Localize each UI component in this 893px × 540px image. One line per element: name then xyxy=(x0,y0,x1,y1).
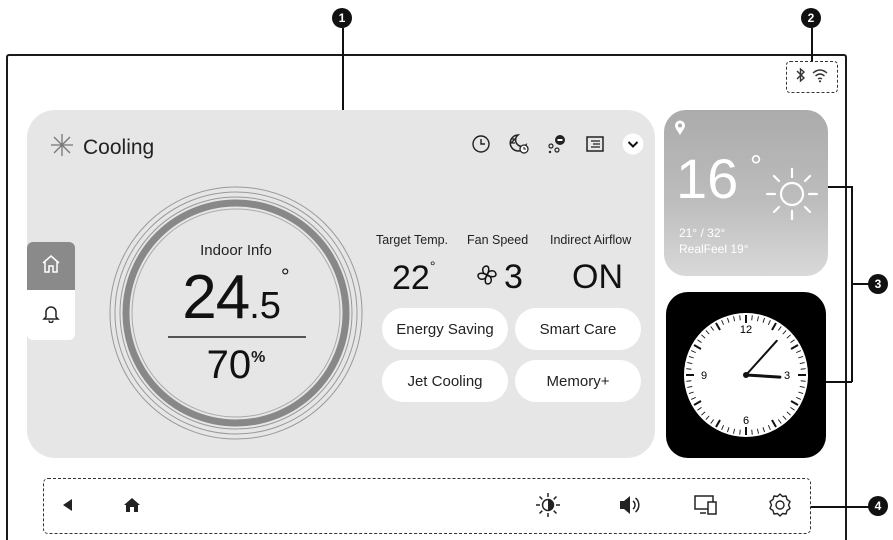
indirect-airflow-label: Indirect Airflow xyxy=(550,233,632,247)
brightness-icon xyxy=(534,491,562,524)
weather-temp-unit: ° xyxy=(750,150,762,183)
gauge-divider xyxy=(168,336,306,338)
gear-icon xyxy=(767,492,793,523)
callout-2: 2 xyxy=(801,8,821,28)
home-icon xyxy=(123,496,141,519)
weather-widget[interactable]: 16 ° 21° / 32° RealFeel 19° xyxy=(664,110,828,276)
expand-chevron-icon[interactable] xyxy=(621,132,645,156)
clock-numeral-9: 9 xyxy=(701,370,707,382)
memory-plus-button[interactable]: Memory+ xyxy=(515,360,641,402)
indoor-info-title: Indoor Info xyxy=(200,242,272,259)
energy-saving-button[interactable]: Energy Saving xyxy=(382,308,508,350)
bluetooth-icon xyxy=(795,66,807,88)
home-button[interactable] xyxy=(118,493,146,521)
clock-tick xyxy=(686,380,692,382)
sleep-mode-icon xyxy=(507,132,531,156)
clock-tick xyxy=(751,429,753,435)
wifi-icon xyxy=(811,67,829,88)
clock-hour-hand xyxy=(744,373,782,379)
brightness-button[interactable] xyxy=(534,491,562,524)
location-pin-icon xyxy=(674,120,686,141)
jet-cooling-button[interactable]: Jet Cooling xyxy=(382,360,508,402)
snowflake-icon xyxy=(49,132,75,163)
bottom-navigation-bar xyxy=(43,478,811,534)
clock-widget[interactable]: 12 3 6 9 xyxy=(666,292,826,458)
fan-speed-value[interactable]: 3 xyxy=(474,258,523,297)
callout-3-leader-mid xyxy=(851,283,869,285)
indoor-temp-integer: 24 xyxy=(182,263,250,332)
operation-mode[interactable]: Cooling xyxy=(49,132,154,163)
indirect-airflow-value[interactable]: ON xyxy=(572,258,623,297)
weather-realfeel: RealFeel 19° xyxy=(679,242,749,256)
fan-icon xyxy=(474,258,500,297)
screen-mirroring-button[interactable] xyxy=(692,493,720,521)
clock-tick xyxy=(800,368,806,370)
back-icon xyxy=(60,497,76,518)
target-temp-unit: ° xyxy=(429,258,436,274)
callout-4: 4 xyxy=(868,496,888,516)
callout-4-leader xyxy=(811,506,869,508)
volume-button[interactable] xyxy=(616,493,644,521)
back-button[interactable] xyxy=(54,493,82,521)
status-icon-row xyxy=(469,132,645,156)
mode-label: Cooling xyxy=(83,135,155,159)
connectivity-status xyxy=(786,61,838,93)
clock-tick xyxy=(800,380,806,382)
weather-temperature: 16 xyxy=(676,147,739,210)
clock-tick xyxy=(686,368,692,370)
fan-speed-label: Fan Speed xyxy=(467,233,529,247)
clock-numeral-12: 12 xyxy=(740,324,752,336)
clock-tick xyxy=(739,429,741,435)
clock-numeral-6: 6 xyxy=(743,415,749,427)
timer-icon xyxy=(469,132,493,156)
callout-1: 1 xyxy=(332,8,352,28)
callout-3: 3 xyxy=(868,274,888,294)
callout-1-leader xyxy=(342,28,344,114)
smart-care-button[interactable]: Smart Care xyxy=(515,308,641,350)
weather-range: 21° / 32° xyxy=(679,226,726,240)
target-temp-number: 22 xyxy=(392,259,430,297)
settings-button[interactable] xyxy=(766,492,794,523)
indoor-temp-unit: ° xyxy=(280,264,290,289)
screen-mirroring-icon xyxy=(693,493,719,522)
callout-2-leader xyxy=(811,28,813,62)
humidity-value: 70 xyxy=(206,343,252,387)
indoor-temperature: 24.5° xyxy=(154,262,318,332)
fan-speed-number: 3 xyxy=(504,258,523,296)
indoor-humidity: 70% xyxy=(154,343,318,388)
clock-tick xyxy=(751,315,753,321)
tab-notifications[interactable] xyxy=(27,290,75,340)
callout-3-leader-bottom xyxy=(826,381,852,383)
indoor-temp-decimal: .5 xyxy=(249,285,281,327)
analog-clock: 12 3 6 9 xyxy=(684,313,808,437)
target-temp-label: Target Temp. xyxy=(376,233,449,247)
target-temp-value[interactable]: 22° xyxy=(392,258,435,298)
air-purify-icon xyxy=(545,132,569,156)
bell-icon xyxy=(41,303,61,328)
volume-icon xyxy=(617,493,643,522)
clock-numeral-3: 3 xyxy=(784,370,790,382)
tab-home[interactable] xyxy=(27,242,75,290)
home-icon xyxy=(41,254,61,279)
callout-3-leader-top xyxy=(826,186,852,188)
sun-icon xyxy=(762,164,822,229)
display-icon xyxy=(583,132,607,156)
humidity-unit: % xyxy=(251,349,266,366)
side-tab-bar xyxy=(27,242,75,340)
clock-tick xyxy=(739,315,741,321)
clock-center xyxy=(743,372,749,378)
